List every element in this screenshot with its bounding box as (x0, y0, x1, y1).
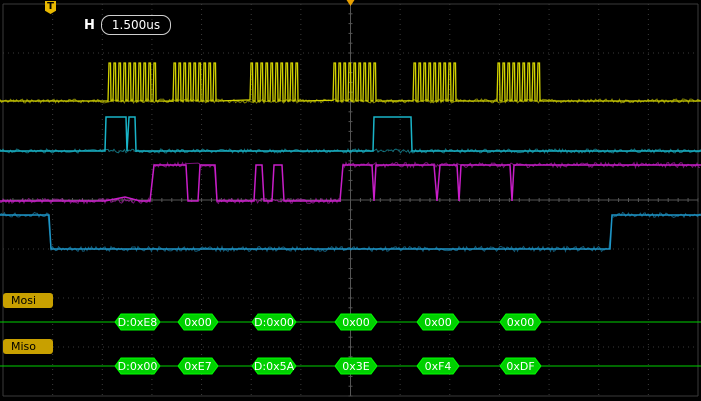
oscilloscope-display: D:0xE8 0x00 D:0x00 0x00 0x00 0x00 D:0x00 0xE7 D:… (0, 0, 701, 397)
bus-label-miso[interactable]: Miso (3, 339, 53, 354)
bus-frame-value: 0x00 (184, 316, 212, 329)
graticule-grid (2, 0, 699, 397)
timebase-value: 1.500us (100, 15, 172, 35)
bus-frame-value: 0xDF (506, 360, 534, 373)
bus-frame-value: 0x3E (342, 360, 370, 373)
bus-frame-value: D:0xE8 (118, 316, 158, 329)
timebase-label: H (84, 17, 95, 33)
channel-1-trace (0, 62, 701, 102)
bus-frame-value: 0x00 (507, 316, 535, 329)
timebase-indicator[interactable]: H 1.500us (84, 15, 172, 35)
bus-frame-value: 0x00 (342, 316, 370, 329)
trigger-level-icon (346, 0, 355, 6)
bus-frame-value: D:0x00 (254, 316, 294, 329)
bus-frame-value: 0xF4 (425, 360, 452, 373)
bus-frame-value: D:0x00 (118, 360, 158, 373)
bus-frame-value: D:0x5A (254, 360, 295, 373)
bus-frame-value: 0xE7 (184, 360, 211, 373)
bus-label-mosi[interactable]: Mosi (3, 293, 53, 308)
bus-frame-value: 0x00 (424, 316, 452, 329)
